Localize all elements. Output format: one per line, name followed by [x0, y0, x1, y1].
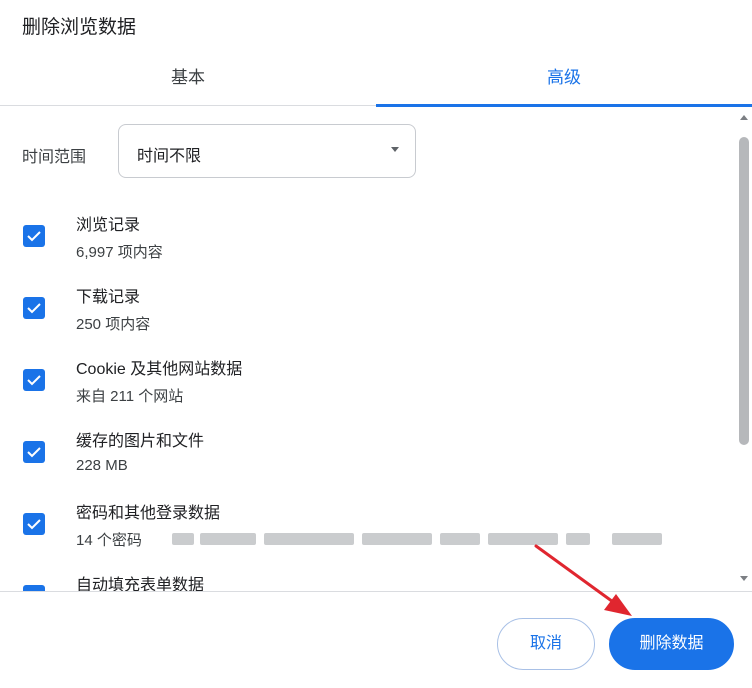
option-detail: 250 项内容	[76, 316, 151, 333]
scroll-down-arrow-icon[interactable]	[740, 576, 748, 581]
tab-advanced[interactable]: 高级	[376, 50, 752, 106]
download-history-checkbox[interactable]	[23, 297, 45, 319]
time-range-value: 时间不限	[137, 148, 202, 165]
tab-basic[interactable]: 基本	[0, 50, 376, 106]
dialog-title: 删除浏览数据	[22, 17, 137, 38]
passwords-checkbox[interactable]	[23, 513, 45, 535]
option-download-history: 下载记录 250 项内容	[0, 277, 730, 347]
cache-checkbox[interactable]	[23, 441, 45, 463]
option-title: 浏览记录	[76, 217, 141, 234]
option-passwords: 密码和其他登录数据 14 个密码	[0, 493, 730, 563]
option-browsing-history: 浏览记录 6,997 项内容	[0, 205, 730, 275]
checkmark-icon	[27, 519, 41, 530]
dialog-content: 时间范围 时间不限 浏览记录 6,997 项内容 下载记录 250 项内容 Co…	[0, 107, 752, 591]
time-range-label: 时间范围	[22, 149, 87, 166]
option-title: Cookie 及其他网站数据	[76, 361, 243, 378]
option-title: 密码和其他登录数据	[76, 505, 221, 522]
time-range-select[interactable]: 时间不限	[118, 124, 416, 178]
scroll-up-arrow-icon[interactable]	[740, 115, 748, 120]
cookies-checkbox[interactable]	[23, 369, 45, 391]
delete-data-button[interactable]: 删除数据	[609, 618, 734, 670]
redacted-text	[172, 529, 664, 549]
option-detail: 6,997 项内容	[76, 244, 163, 261]
checkmark-icon	[27, 375, 41, 386]
checkmark-icon	[27, 447, 41, 458]
cancel-button[interactable]: 取消	[497, 618, 595, 670]
checkmark-icon	[27, 231, 41, 242]
dropdown-arrow-icon	[391, 147, 399, 152]
option-title: 缓存的图片和文件	[76, 433, 205, 450]
scrollbar-thumb[interactable]	[739, 137, 749, 445]
option-detail: 228 MB	[76, 457, 128, 474]
option-autofill: 自动填充表单数据	[0, 565, 730, 591]
browsing-history-checkbox[interactable]	[23, 225, 45, 247]
option-cookies: Cookie 及其他网站数据 来自 211 个网站	[0, 349, 730, 419]
option-cache: 缓存的图片和文件 228 MB	[0, 421, 730, 491]
tab-bar: 基本 高级	[0, 50, 752, 107]
option-title: 自动填充表单数据	[76, 577, 205, 591]
checkmark-icon	[27, 303, 41, 314]
option-detail: 14 个密码	[76, 532, 142, 549]
dialog-footer: 取消 删除数据	[0, 591, 752, 688]
option-detail: 来自 211 个网站	[76, 388, 184, 405]
scrollbar[interactable]	[736, 107, 752, 591]
option-title: 下载记录	[76, 289, 141, 306]
